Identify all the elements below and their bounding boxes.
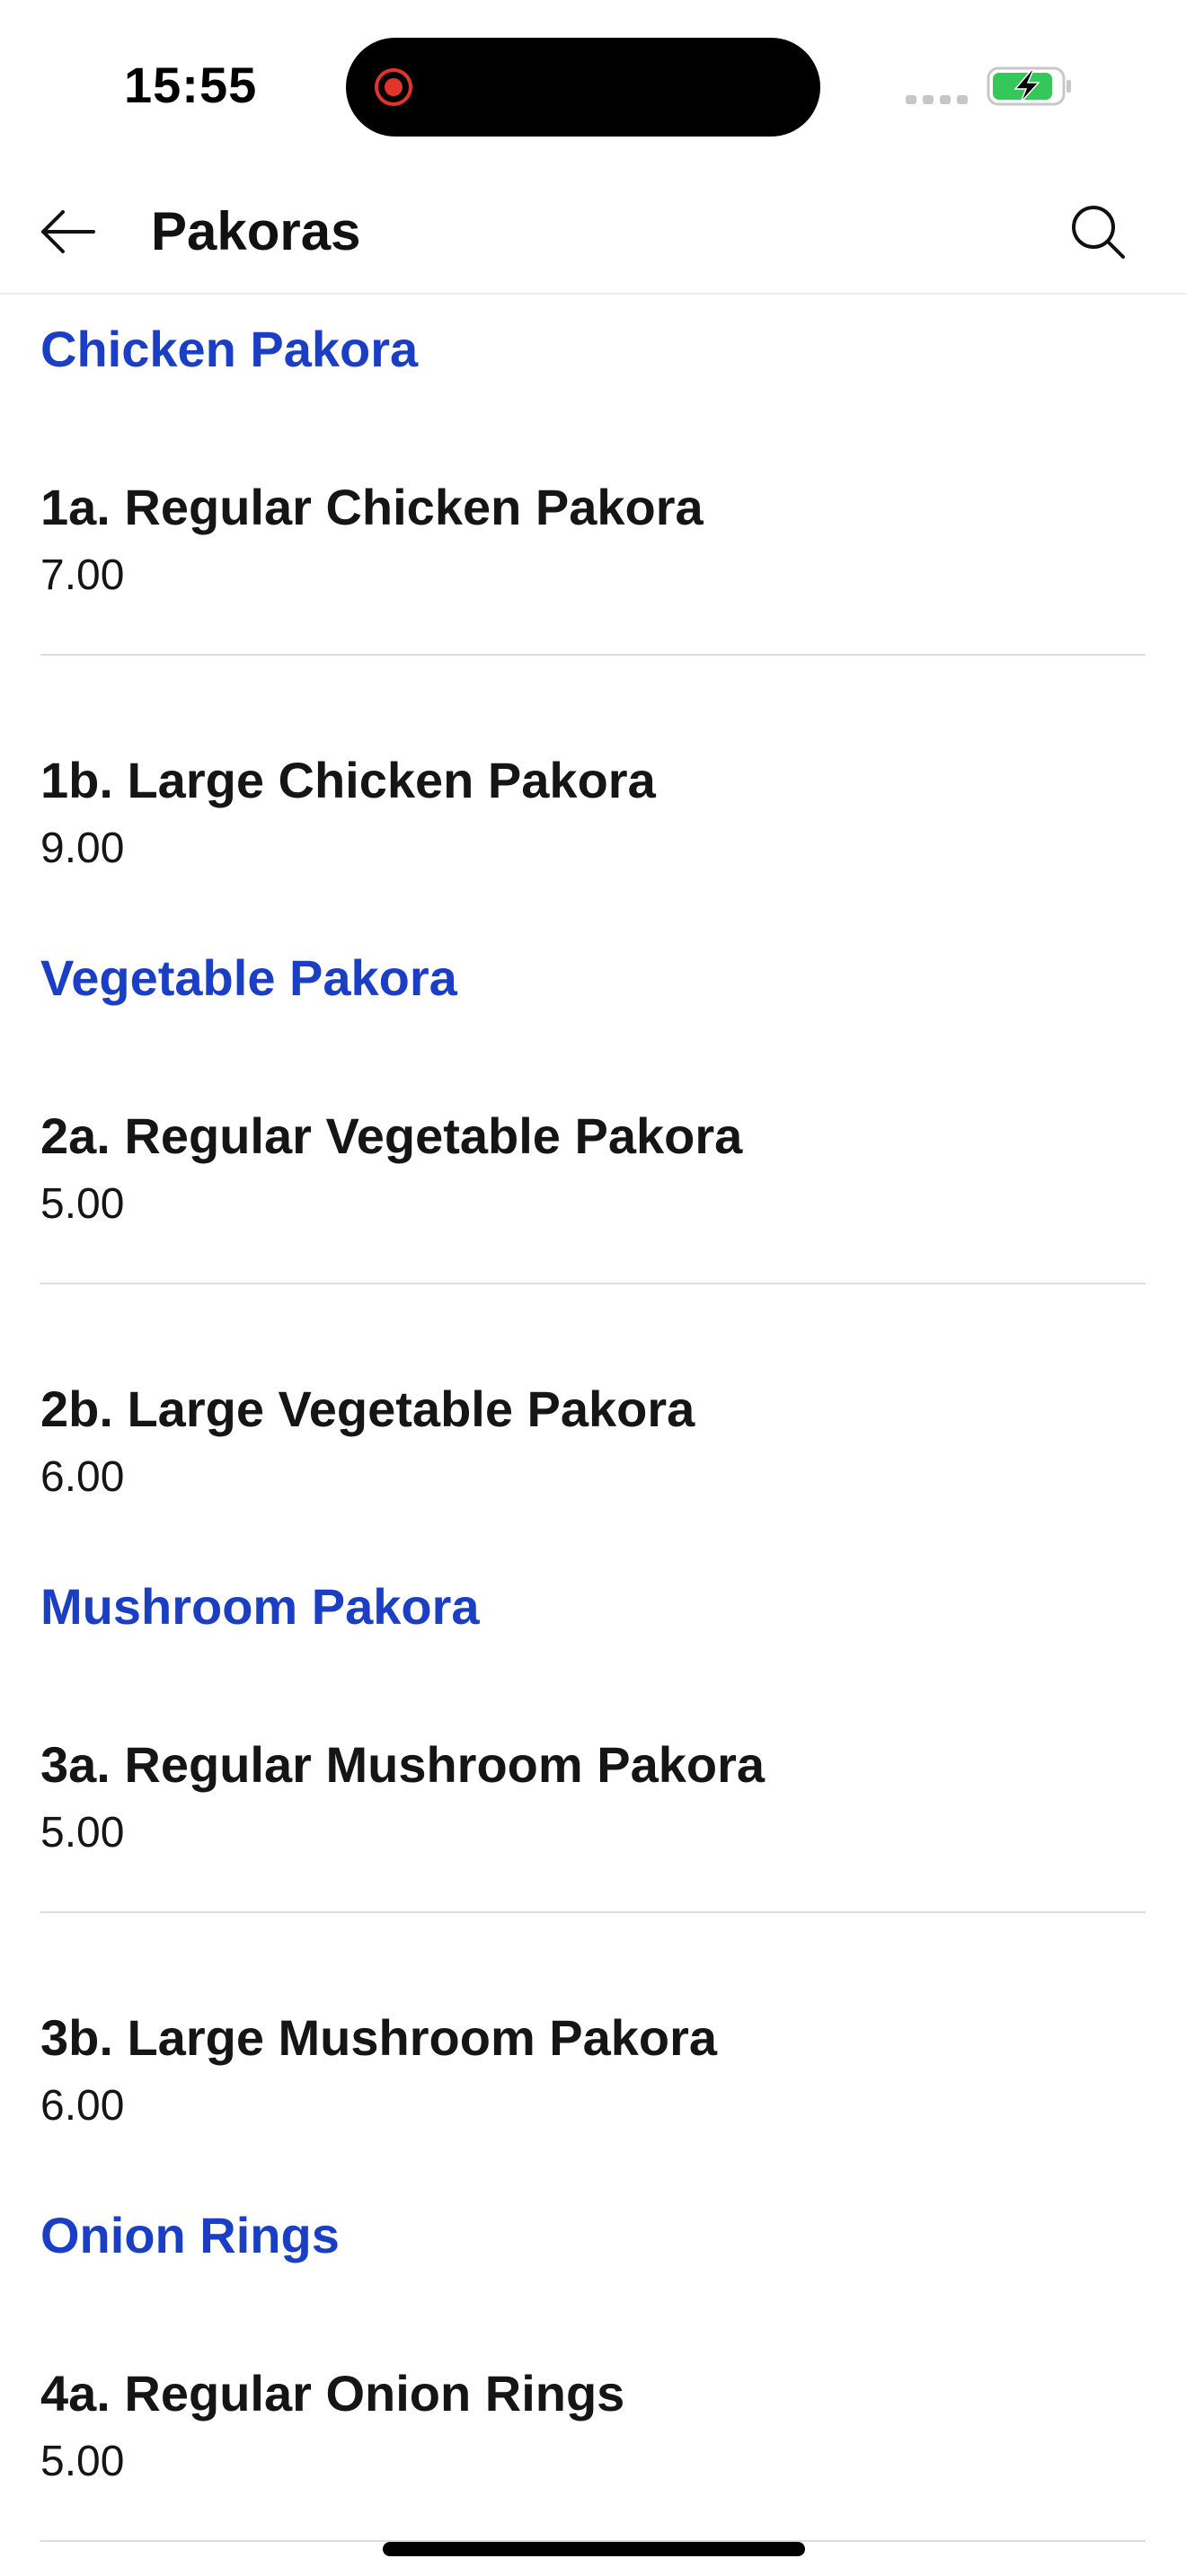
item-name: 3b. Large Mushroom Pakora	[40, 2009, 718, 2066]
app-header: Pakoras	[0, 171, 1186, 295]
battery-charging-icon	[987, 66, 1071, 106]
item-name: 2b. Large Vegetable Pakora	[40, 1381, 695, 1437]
item-name: 1b. Large Chicken Pakora	[40, 752, 656, 808]
page-title: Pakoras	[151, 201, 361, 261]
menu-item-large-mushroom-pakora[interactable]: 3b. Large Mushroom Pakora 6.00	[40, 1913, 1146, 2132]
item-name: 3a. Regular Mushroom Pakora	[40, 1736, 766, 1793]
home-indicator[interactable]	[383, 2542, 805, 2556]
item-name: 1a. Regular Chicken Pakora	[40, 479, 704, 535]
dynamic-island	[346, 38, 820, 137]
item-price: 7.00	[40, 551, 125, 599]
item-price: 6.00	[40, 2082, 125, 2130]
search-icon	[1072, 206, 1125, 259]
section-heading-mushroom-pakora: Mushroom Pakora	[40, 1578, 480, 1635]
menu-item-large-chicken-pakora[interactable]: 1b. Large Chicken Pakora 9.00	[40, 656, 1146, 875]
item-price: 6.00	[40, 1453, 125, 1501]
menu-item-large-vegetable-pakora[interactable]: 2b. Large Vegetable Pakora 6.00	[40, 1284, 1146, 1504]
menu-item-regular-chicken-pakora[interactable]: 1a. Regular Chicken Pakora 7.00	[40, 379, 1146, 656]
menu-item-regular-vegetable-pakora[interactable]: 2a. Regular Vegetable Pakora 5.00	[40, 1008, 1146, 1284]
status-bar: 15:55	[0, 0, 1186, 171]
back-button[interactable]	[34, 198, 102, 266]
menu-item-regular-mushroom-pakora[interactable]: 3a. Regular Mushroom Pakora 5.00	[40, 1636, 1146, 1913]
item-price: 5.00	[40, 1809, 125, 1857]
item-price: 5.00	[40, 2438, 125, 2485]
item-name: 4a. Regular Onion Rings	[40, 2365, 625, 2422]
arrow-left-icon	[41, 210, 95, 253]
search-button[interactable]	[1060, 194, 1136, 269]
menu-list: Chicken Pakora 1a. Regular Chicken Pakor…	[0, 295, 1186, 2542]
menu-item-regular-onion-rings[interactable]: 4a. Regular Onion Rings 5.00	[40, 2265, 1146, 2542]
status-time: 15:55	[124, 57, 258, 113]
section-heading-onion-rings: Onion Rings	[40, 2207, 340, 2263]
cellular-signal-icon	[906, 95, 968, 104]
screen-record-icon	[375, 68, 412, 106]
item-name: 2a. Regular Vegetable Pakora	[40, 1107, 743, 1164]
item-price: 9.00	[40, 825, 125, 872]
section-heading-vegetable-pakora: Vegetable Pakora	[40, 949, 457, 1006]
item-price: 5.00	[40, 1180, 125, 1228]
section-heading-chicken-pakora: Chicken Pakora	[40, 321, 419, 377]
